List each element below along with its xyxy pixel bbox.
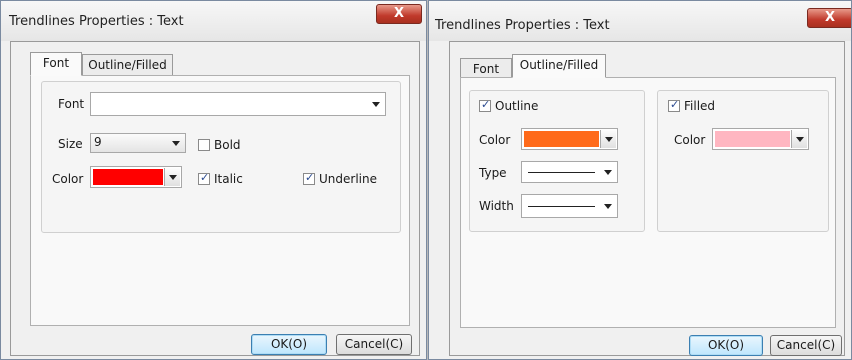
filled-label: Filled	[684, 99, 716, 113]
chevron-down-icon	[604, 170, 612, 175]
line-type-select[interactable]	[521, 161, 618, 183]
underline-checkbox[interactable]	[303, 171, 315, 185]
line-type-preview	[528, 172, 595, 173]
dropdown-button[interactable]	[600, 130, 616, 148]
outline-group: Outline Color Type Width	[469, 90, 645, 232]
chevron-down-icon	[372, 102, 380, 107]
tab-outline-filled[interactable]: Outline/Filled	[82, 54, 173, 76]
line-width-preview	[528, 206, 595, 207]
outline-color-label: Color	[479, 133, 511, 147]
tab-font[interactable]: Font	[30, 52, 82, 76]
dialog-body: Font Outline/Filled Font Size 9 Bold Col…	[10, 41, 420, 356]
dialog-title: Trendlines Properties : Text	[9, 14, 184, 29]
outline-checkbox[interactable]	[479, 98, 491, 112]
chevron-down-icon	[169, 175, 177, 180]
outline-color-select[interactable]	[521, 128, 618, 150]
title-bar[interactable]: Trendlines Properties : Text X	[1, 1, 426, 41]
size-label: Size	[58, 137, 83, 151]
font-group: Font Size 9 Bold Color Italic	[41, 81, 401, 233]
color-swatch	[93, 169, 163, 185]
color-select[interactable]	[90, 166, 182, 188]
cancel-button[interactable]: Cancel(C)	[336, 334, 412, 355]
type-label: Type	[479, 166, 507, 180]
outline-label: Outline	[495, 99, 539, 113]
font-select[interactable]	[90, 92, 386, 116]
ok-button[interactable]: OK(O)	[689, 335, 763, 356]
bold-label: Bold	[214, 138, 241, 152]
dialog-outline-filled: Trendlines Properties : Text X Font Outl…	[428, 0, 852, 360]
tab-panel-outline-filled: Outline Color Type Width	[460, 77, 836, 328]
font-label: Font	[58, 97, 85, 111]
width-label: Width	[479, 199, 514, 213]
chevron-down-icon	[796, 137, 804, 142]
filled-color-label: Color	[674, 133, 706, 147]
italic-label: Italic	[214, 172, 243, 186]
cancel-button[interactable]: Cancel(C)	[770, 335, 842, 356]
tab-outline-filled[interactable]: Outline/Filled	[512, 54, 606, 78]
size-select[interactable]: 9	[90, 133, 186, 153]
dropdown-button[interactable]	[791, 130, 807, 148]
line-width-select[interactable]	[521, 194, 618, 218]
italic-checkbox[interactable]	[198, 171, 210, 185]
close-button[interactable]: X	[376, 4, 422, 24]
dialog-font: Trendlines Properties : Text X Font Outl…	[0, 0, 427, 360]
bold-checkbox[interactable]	[198, 139, 210, 151]
dropdown-button[interactable]	[164, 168, 180, 186]
size-value: 9	[94, 135, 102, 149]
color-swatch	[524, 131, 599, 147]
title-bar[interactable]: Trendlines Properties : Text X	[429, 1, 851, 41]
chevron-down-icon	[604, 204, 612, 209]
underline-label: Underline	[319, 172, 377, 186]
dialog-body: Font Outline/Filled Outline Color Type W…	[449, 41, 845, 356]
filled-checkbox[interactable]	[668, 98, 680, 112]
dialog-title: Trendlines Properties : Text	[435, 18, 610, 33]
ok-button[interactable]: OK(O)	[251, 334, 327, 355]
tab-panel-font: Font Size 9 Bold Color Italic	[30, 75, 410, 326]
chevron-down-icon	[605, 137, 613, 142]
chevron-down-icon	[172, 141, 180, 146]
filled-color-select[interactable]	[712, 128, 809, 150]
color-label: Color	[52, 172, 84, 186]
close-button[interactable]: X	[807, 8, 851, 28]
filled-group: Filled Color	[657, 90, 829, 232]
color-swatch	[715, 131, 790, 147]
